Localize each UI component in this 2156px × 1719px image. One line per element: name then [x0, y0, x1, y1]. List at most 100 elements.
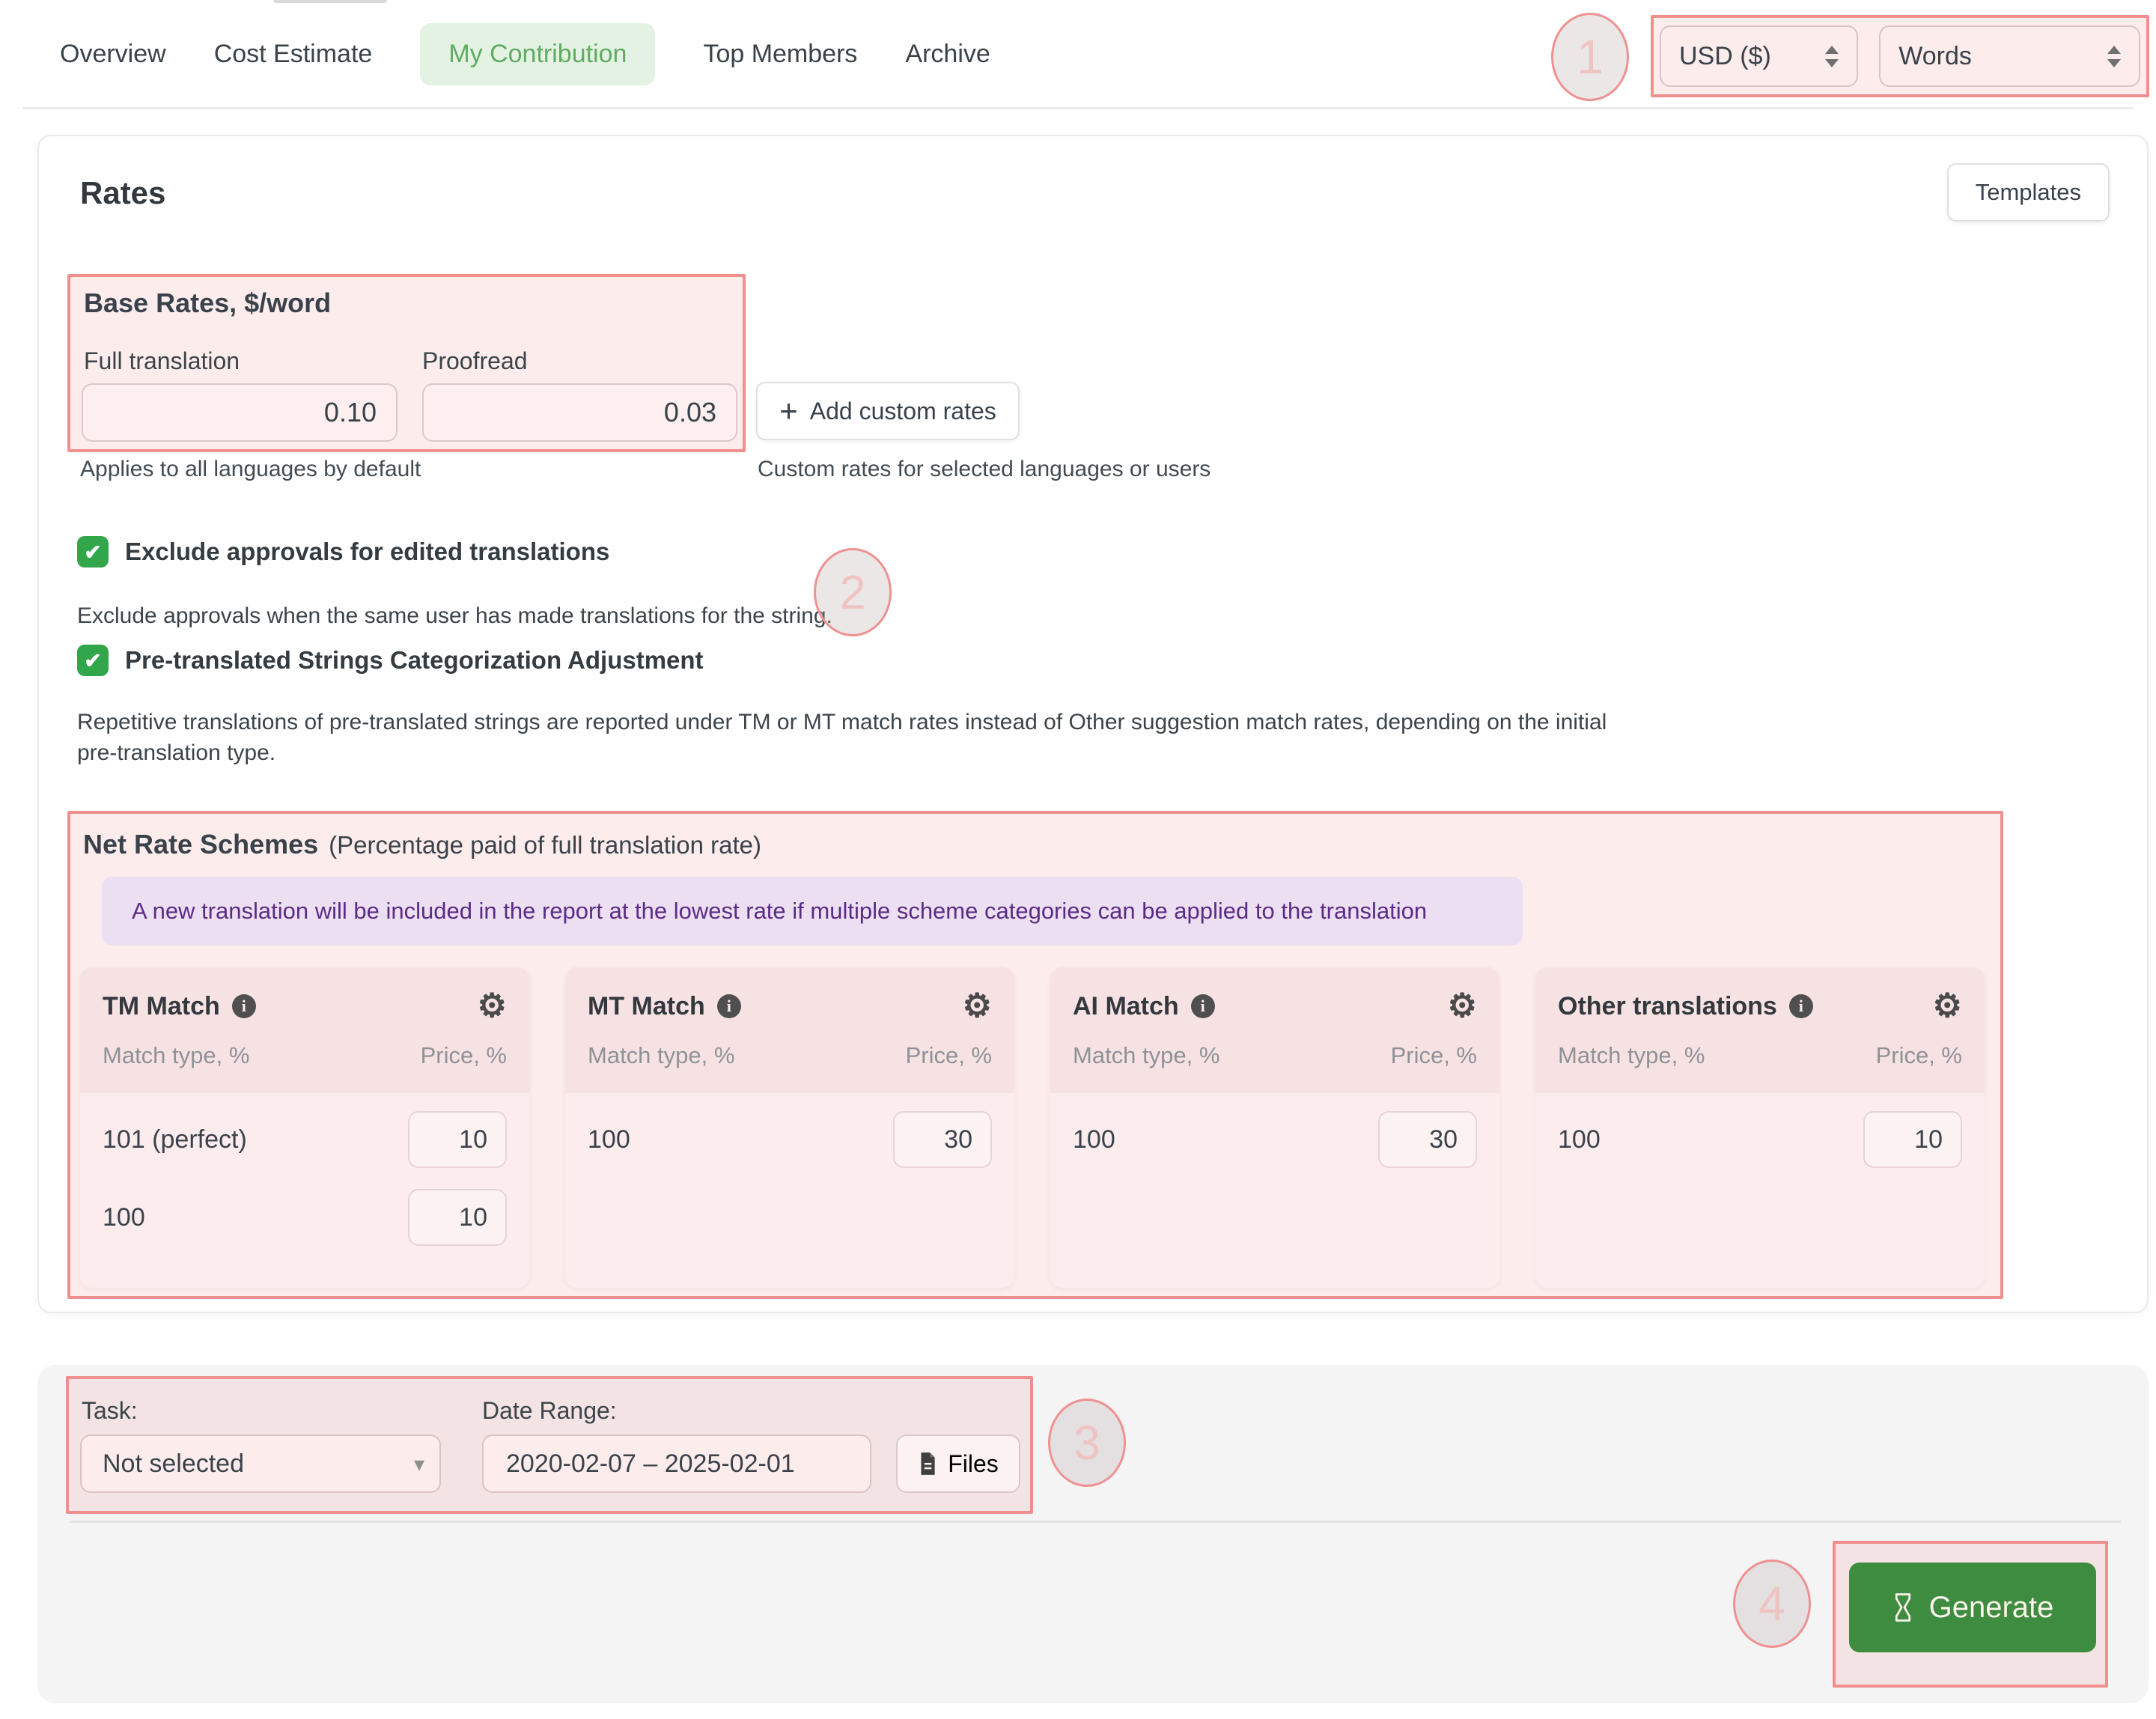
unit-select-value: Words: [1898, 42, 1972, 71]
base-rates-heading: Base Rates, $/word: [84, 287, 331, 319]
highlight-box-generate: Generate: [1833, 1541, 2108, 1688]
option-exclude-approvals: ✔ Exclude approvals for edited translati…: [77, 536, 609, 568]
date-range-label: Date Range:: [482, 1397, 617, 1425]
checkmark-icon: ✔: [84, 648, 101, 673]
lowest-rate-info-banner: A new translation will be included in th…: [102, 877, 1523, 946]
match-type-column-header: Match type, %: [1558, 1042, 1705, 1069]
tm-match-header: TM Match i ⚙ Match type, % Price, %: [80, 967, 529, 1093]
price-percent-input[interactable]: [1863, 1111, 1962, 1168]
file-icon: [918, 1452, 937, 1476]
exclude-approvals-label: Exclude approvals for edited translation…: [125, 538, 609, 566]
templates-button[interactable]: Templates: [1947, 163, 2110, 222]
rates-title: Rates: [80, 175, 165, 211]
annotation-step-2: 2: [814, 548, 892, 636]
date-range-input[interactable]: 2020-02-07 – 2025-02-01: [482, 1434, 871, 1493]
option-pretranslated-adjustment: ✔ Pre-translated Strings Categorization …: [77, 645, 704, 676]
pretranslated-adjustment-checkbox[interactable]: ✔: [77, 645, 109, 676]
price-column-header: Price, %: [1391, 1042, 1477, 1069]
match-type-column-header: Match type, %: [588, 1042, 734, 1069]
tab-overview[interactable]: Overview: [60, 40, 166, 69]
up-down-arrows-icon: [1825, 46, 1839, 67]
price-column-header: Price, %: [906, 1042, 992, 1069]
other-translations-title: Other translations: [1558, 992, 1777, 1021]
annotation-step-3: 3: [1048, 1399, 1126, 1487]
price-percent-input[interactable]: [408, 1189, 507, 1246]
files-button[interactable]: Files: [896, 1434, 1020, 1493]
add-custom-rates-label: Add custom rates: [810, 398, 996, 425]
match-type-column-header: Match type, %: [1073, 1042, 1219, 1069]
gear-icon[interactable]: ⚙: [1448, 990, 1477, 1023]
proofread-label: Proofread: [422, 347, 528, 375]
highlight-box-net-rate-schemes: Net Rate Schemes (Percentage paid of ful…: [67, 811, 2003, 1299]
match-type-value: 101 (perfect): [103, 1125, 247, 1154]
info-icon[interactable]: i: [717, 994, 741, 1018]
files-button-label: Files: [948, 1450, 999, 1478]
pretranslated-adjustment-label: Pre-translated Strings Categorization Ad…: [125, 646, 704, 675]
exclude-approvals-checkbox[interactable]: ✔: [77, 536, 109, 568]
proofread-rate-input[interactable]: [422, 383, 737, 442]
match-type-column-header: Match type, %: [103, 1042, 249, 1069]
mt-match-card: MT Match i ⚙ Match type, % Price, % 100: [565, 967, 1014, 1288]
match-type-value: 100: [1073, 1125, 1115, 1154]
caret-down-icon: ▾: [414, 1452, 424, 1476]
match-cards-row: TM Match i ⚙ Match type, % Price, % 101 …: [80, 967, 1985, 1288]
match-rate-row: 100: [588, 1111, 992, 1168]
pretranslated-adjustment-description: Repetitive translations of pre-translate…: [77, 707, 1649, 768]
generate-button[interactable]: Generate: [1849, 1563, 2096, 1652]
up-down-arrows-icon: [2107, 46, 2121, 67]
gear-icon[interactable]: ⚙: [1933, 990, 1962, 1023]
info-icon[interactable]: i: [1789, 994, 1813, 1018]
price-column-header: Price, %: [421, 1042, 507, 1069]
match-type-value: 100: [1558, 1125, 1601, 1154]
custom-rates-helper: Custom rates for selected languages or u…: [758, 457, 1211, 482]
info-icon[interactable]: i: [1191, 994, 1215, 1018]
unit-select[interactable]: Words: [1879, 25, 2140, 87]
tm-match-title: TM Match: [103, 992, 220, 1021]
price-column-header: Price, %: [1876, 1042, 1962, 1069]
checkmark-icon: ✔: [84, 540, 101, 565]
gear-icon[interactable]: ⚙: [478, 990, 507, 1023]
info-icon[interactable]: i: [232, 994, 256, 1018]
net-rate-schemes-heading: Net Rate Schemes (Percentage paid of ful…: [83, 829, 761, 860]
tab-archive[interactable]: Archive: [905, 40, 990, 69]
annotation-step-1: 1: [1551, 13, 1629, 101]
other-translations-card: Other translations i ⚙ Match type, % Pri…: [1535, 967, 1985, 1288]
rates-card: Rates Templates Base Rates, $/word Full …: [37, 135, 2149, 1313]
task-select[interactable]: Not selected ▾: [80, 1434, 441, 1493]
highlight-box-base-rates: Base Rates, $/word Full translation Proo…: [67, 274, 746, 452]
cutoff-element-top: [273, 0, 387, 3]
match-type-value: 100: [588, 1125, 630, 1154]
highlight-box-task-daterange: Task: Date Range: Not selected ▾ 2020-02…: [66, 1376, 1033, 1514]
match-type-value: 100: [103, 1203, 145, 1232]
nav-divider: [22, 107, 2134, 109]
mt-match-header: MT Match i ⚙ Match type, % Price, %: [565, 967, 1014, 1093]
annotation-step-4: 4: [1733, 1560, 1811, 1648]
ai-match-title: AI Match: [1073, 992, 1179, 1021]
base-rates-helper: Applies to all languages by default: [80, 457, 421, 482]
ai-match-header: AI Match i ⚙ Match type, % Price, %: [1050, 967, 1499, 1093]
hourglass-icon: [1892, 1592, 1914, 1622]
mt-match-body: 100: [565, 1093, 1014, 1168]
currency-select[interactable]: USD ($): [1660, 25, 1858, 87]
exclude-approvals-description: Exclude approvals when the same user has…: [77, 600, 832, 631]
price-percent-input[interactable]: [408, 1111, 507, 1168]
ai-match-body: 100: [1050, 1093, 1499, 1168]
mt-match-title: MT Match: [588, 992, 705, 1021]
tab-my-contribution[interactable]: My Contribution: [420, 23, 655, 85]
full-translation-rate-input[interactable]: [82, 383, 398, 442]
task-select-value: Not selected: [103, 1449, 244, 1479]
add-custom-rates-button[interactable]: + Add custom rates: [756, 382, 1020, 440]
match-rate-row: 100: [1558, 1111, 1962, 1168]
tab-top-members[interactable]: Top Members: [703, 40, 857, 69]
gear-icon[interactable]: ⚙: [963, 990, 992, 1023]
net-rate-schemes-title: Net Rate Schemes: [83, 829, 318, 860]
price-percent-input[interactable]: [1378, 1111, 1477, 1168]
ai-match-card: AI Match i ⚙ Match type, % Price, % 100: [1050, 967, 1499, 1288]
match-rate-row: 100: [103, 1189, 507, 1246]
tab-cost-estimate[interactable]: Cost Estimate: [214, 40, 373, 69]
price-percent-input[interactable]: [893, 1111, 992, 1168]
task-label: Task:: [82, 1397, 138, 1425]
match-rate-row: 100: [1073, 1111, 1477, 1168]
other-translations-header: Other translations i ⚙ Match type, % Pri…: [1535, 967, 1985, 1093]
footer-divider: [70, 1521, 2121, 1523]
